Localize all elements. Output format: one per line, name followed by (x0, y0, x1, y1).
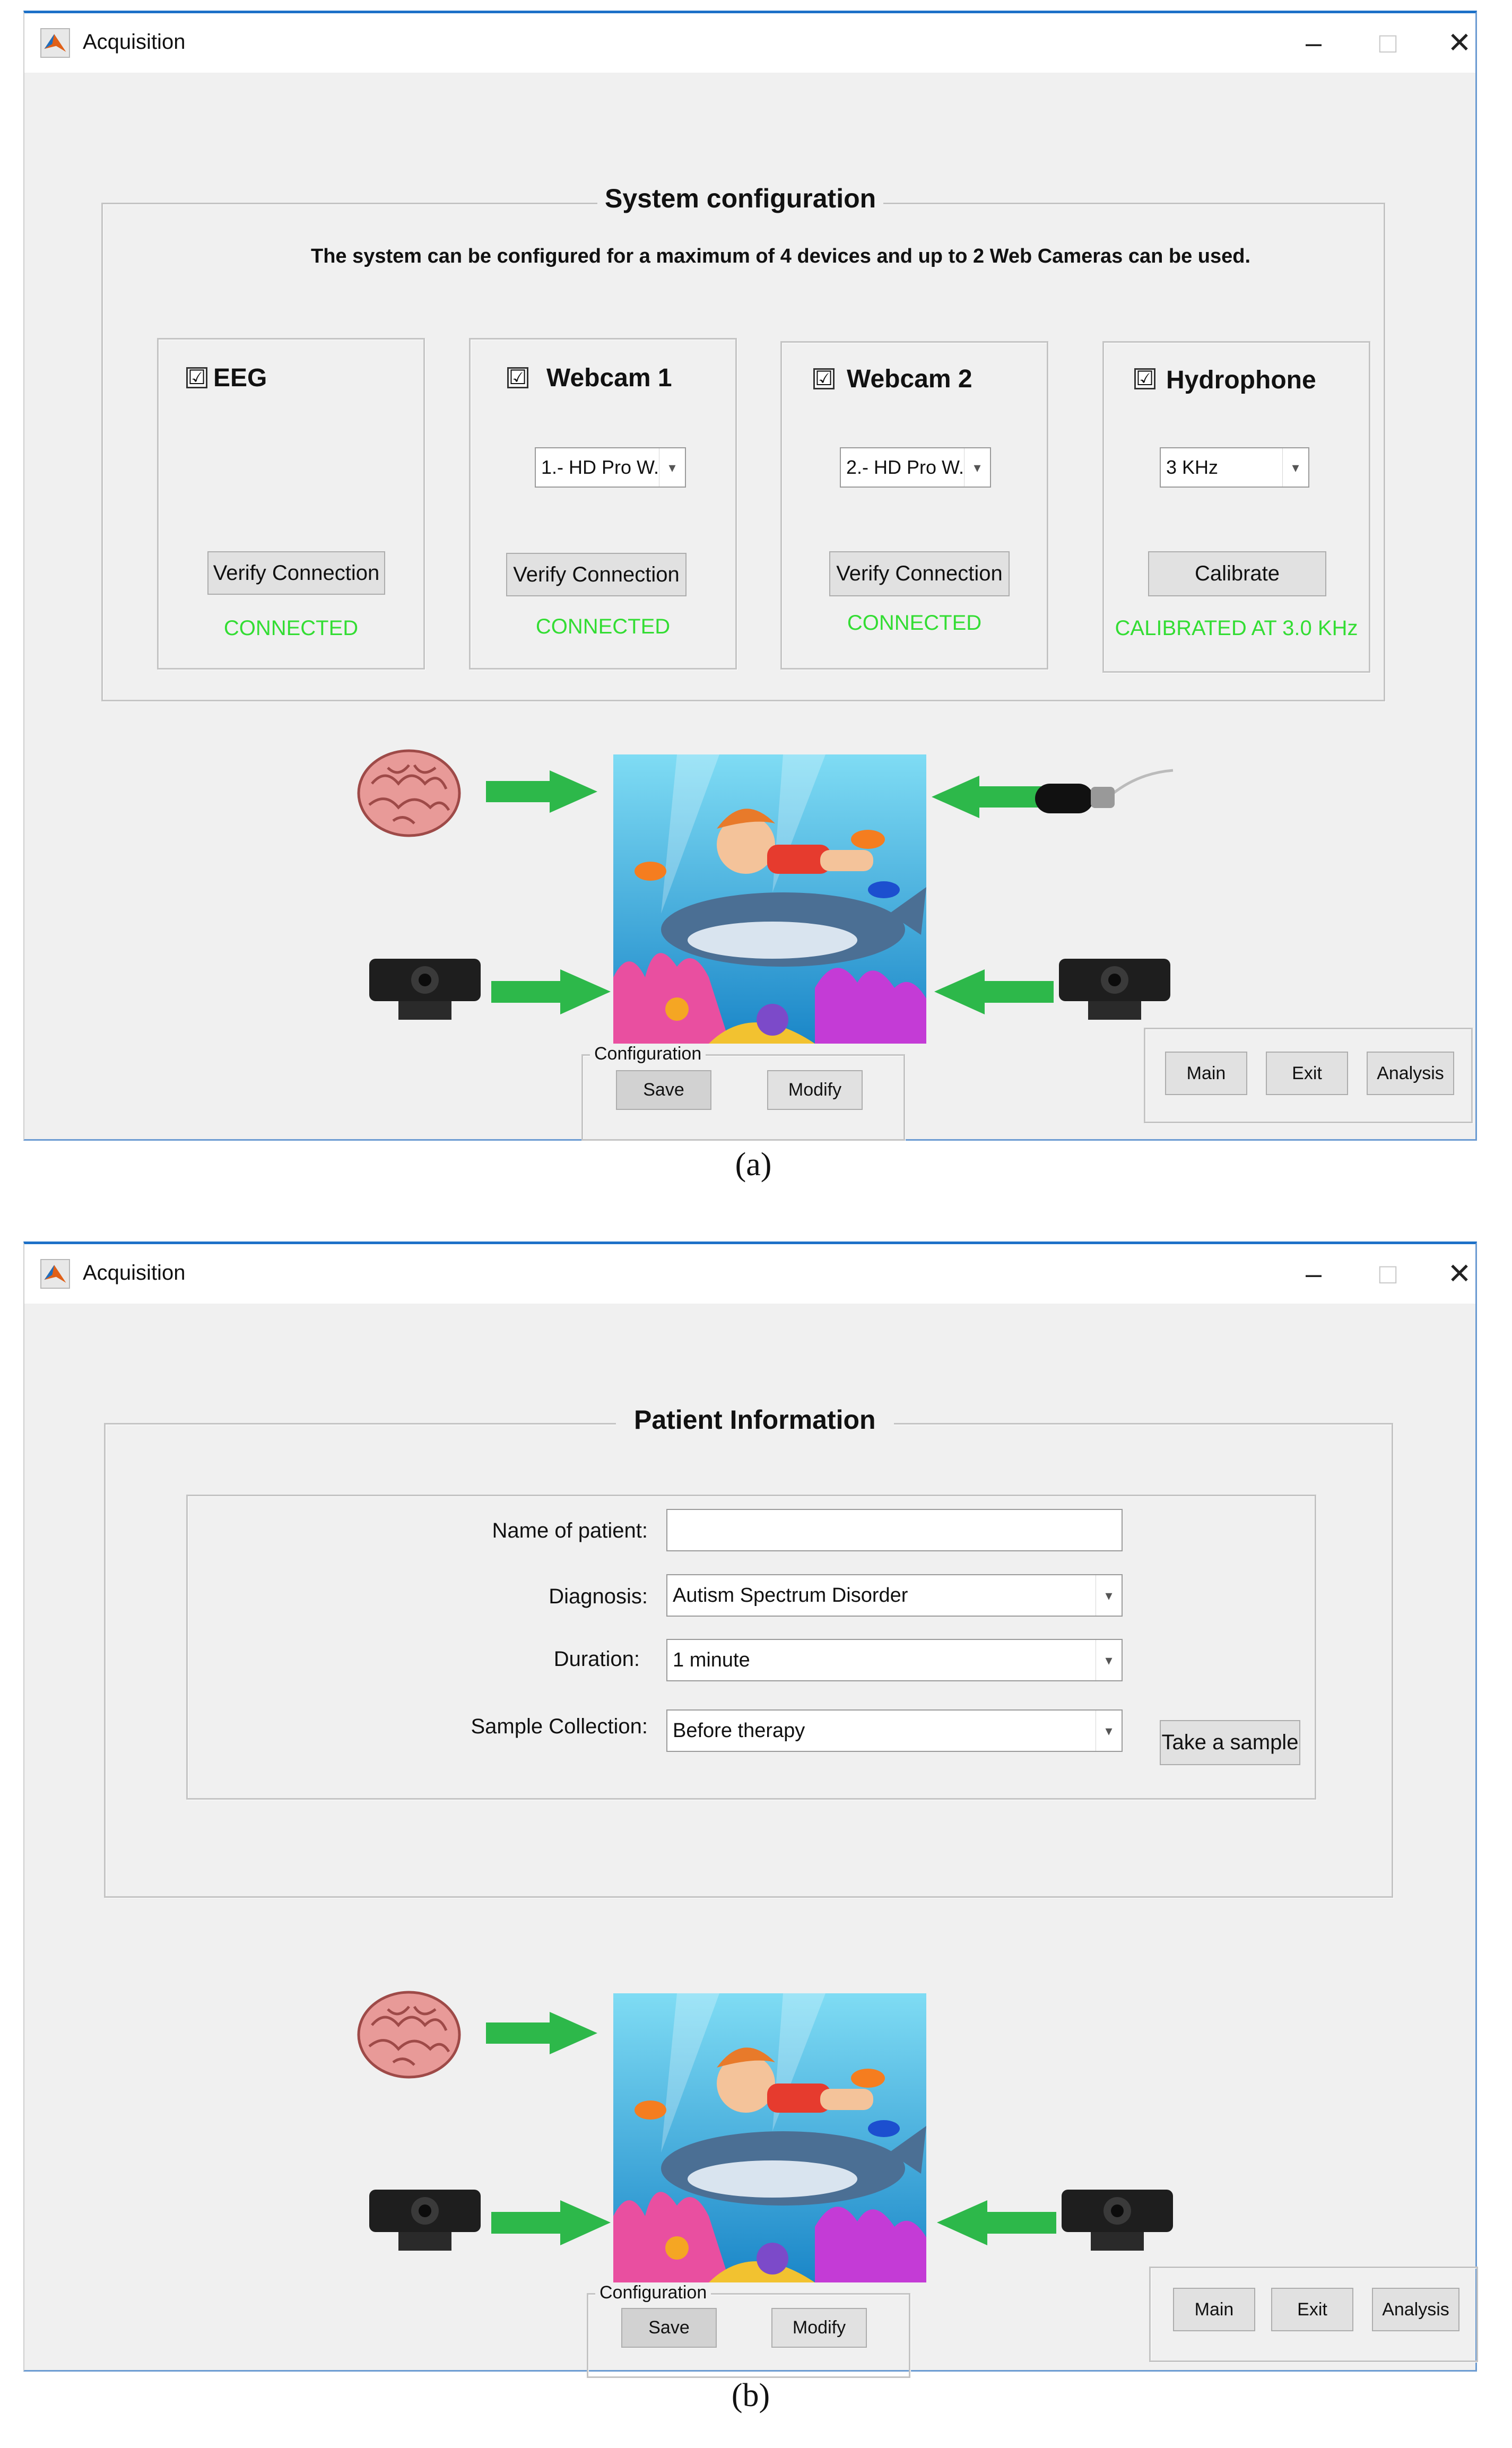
modify-button[interactable]: Modify (771, 2308, 867, 2348)
brain-icon (356, 746, 462, 842)
webcam1-status: CONNECTED (535, 615, 671, 638)
chevron-down-icon: ▾ (1096, 1711, 1122, 1751)
chevron-down-icon: ▾ (1096, 1575, 1122, 1616)
webcam2-verify-button[interactable]: Verify Connection (829, 551, 1010, 596)
chevron-down-icon: ▾ (964, 448, 990, 487)
exit-button[interactable]: Exit (1266, 1052, 1348, 1095)
chevron-down-icon: ▾ (1282, 448, 1308, 487)
arrow-left-icon (932, 776, 1043, 818)
webcam1-dropdown[interactable]: 1.- HD Pro W... ▾ (535, 447, 686, 488)
system-config-description: The system can be configured for a maxim… (311, 245, 1251, 267)
webcam-icon (367, 956, 483, 1022)
save-button[interactable]: Save (621, 2308, 717, 2348)
main-button[interactable]: Main (1165, 1052, 1247, 1095)
webcam1-label: Webcam 1 (546, 364, 672, 392)
title-bar: Acquisition – □ ✕ (24, 1244, 1475, 1304)
webcam2-dropdown-value: 2.- HD Pro W... (846, 456, 964, 478)
sample-collection-label: Sample Collection: (471, 1715, 648, 1738)
webcam-icon (1059, 2187, 1176, 2253)
webcam-icon (1056, 956, 1173, 1022)
eeg-checkbox[interactable]: ☑ (186, 367, 207, 388)
window-content: System configuration The system can be c… (24, 73, 1475, 1141)
webcam2-label: Webcam 2 (847, 365, 972, 393)
sample-collection-value: Before therapy (673, 1719, 805, 1742)
webcam1-verify-button[interactable]: Verify Connection (506, 553, 687, 596)
maximize-icon[interactable]: □ (1367, 1255, 1409, 1293)
underwater-scene-image (613, 754, 926, 1044)
webcam2-checkbox[interactable]: ☑ (813, 368, 835, 389)
minimize-icon[interactable]: – (1292, 24, 1335, 62)
close-icon[interactable]: ✕ (1438, 1255, 1481, 1293)
diagnosis-value: Autism Spectrum Disorder (673, 1584, 908, 1607)
arrow-right-icon (491, 2200, 611, 2245)
patient-info-title: Patient Information (616, 1404, 894, 1435)
webcam-icon (367, 2187, 483, 2253)
arrow-left-icon (937, 2200, 1056, 2245)
eeg-label: EEG (213, 364, 267, 392)
brain-icon (356, 1988, 462, 2084)
webcam2-status: CONNECTED (847, 611, 982, 635)
hydrophone-checkbox[interactable]: ☑ (1134, 368, 1155, 389)
name-label: Name of patient: (492, 1519, 648, 1542)
configuration-group-title: Configuration (590, 1044, 706, 1064)
webcam1-dropdown-value: 1.- HD Pro W... (541, 456, 659, 478)
webcam1-checkbox[interactable]: ☑ (507, 367, 528, 388)
window-title: Acquisition (83, 30, 186, 54)
take-sample-button[interactable]: Take a sample (1160, 1720, 1300, 1765)
matlab-icon (40, 28, 70, 58)
name-input[interactable] (666, 1509, 1123, 1551)
exit-button[interactable]: Exit (1271, 2288, 1353, 2331)
caption-a: (a) (735, 1147, 772, 1183)
save-button[interactable]: Save (616, 1070, 711, 1110)
hydrophone-status: CALIBRATED AT 3.0 KHz (1115, 617, 1358, 640)
modify-button[interactable]: Modify (767, 1070, 863, 1110)
arrow-right-icon (486, 2012, 597, 2054)
hydrophone-dropdown[interactable]: 3 KHz ▾ (1160, 447, 1309, 488)
arrow-right-icon (491, 969, 611, 1014)
acquisition-window-a: Acquisition – □ ✕ System configuration T… (23, 11, 1477, 1141)
close-icon[interactable]: ✕ (1438, 24, 1481, 62)
hydrophone-label: Hydrophone (1166, 366, 1316, 394)
window-content: Patient Information Name of patient: Dia… (24, 1304, 1478, 2378)
hydrophone-calibrate-button[interactable]: Calibrate (1148, 551, 1326, 596)
acquisition-window-b: Acquisition – □ ✕ Patient Information Na… (23, 1242, 1478, 2378)
arrow-right-icon (486, 770, 597, 813)
window-title: Acquisition (83, 1261, 186, 1284)
chevron-down-icon: ▾ (1096, 1640, 1122, 1680)
hydrophone-icon (1032, 762, 1176, 826)
main-button[interactable]: Main (1173, 2288, 1255, 2331)
maximize-icon[interactable]: □ (1367, 24, 1409, 62)
eeg-status: CONNECTED (223, 617, 359, 640)
diagnosis-label: Diagnosis: (549, 1585, 648, 1608)
sample-collection-dropdown[interactable]: Before therapy ▾ (666, 1709, 1123, 1752)
underwater-scene-image (613, 1993, 926, 2282)
minimize-icon[interactable]: – (1292, 1255, 1335, 1293)
hydrophone-dropdown-value: 3 KHz (1166, 456, 1219, 478)
system-config-title: System configuration (597, 183, 884, 214)
duration-label: Duration: (553, 1647, 640, 1671)
analysis-button[interactable]: Analysis (1367, 1052, 1454, 1095)
diagnosis-dropdown[interactable]: Autism Spectrum Disorder ▾ (666, 1574, 1123, 1617)
webcam2-dropdown[interactable]: 2.- HD Pro W... ▾ (840, 447, 991, 488)
eeg-verify-button[interactable]: Verify Connection (207, 551, 385, 595)
configuration-group-title: Configuration (595, 2282, 711, 2303)
duration-value: 1 minute (673, 1648, 750, 1671)
title-bar: Acquisition – □ ✕ (24, 13, 1475, 73)
analysis-button[interactable]: Analysis (1372, 2288, 1459, 2331)
duration-dropdown[interactable]: 1 minute ▾ (666, 1639, 1123, 1681)
chevron-down-icon: ▾ (659, 448, 685, 487)
caption-b: (b) (731, 2377, 770, 2414)
matlab-icon (40, 1259, 70, 1289)
arrow-left-icon (934, 969, 1054, 1014)
